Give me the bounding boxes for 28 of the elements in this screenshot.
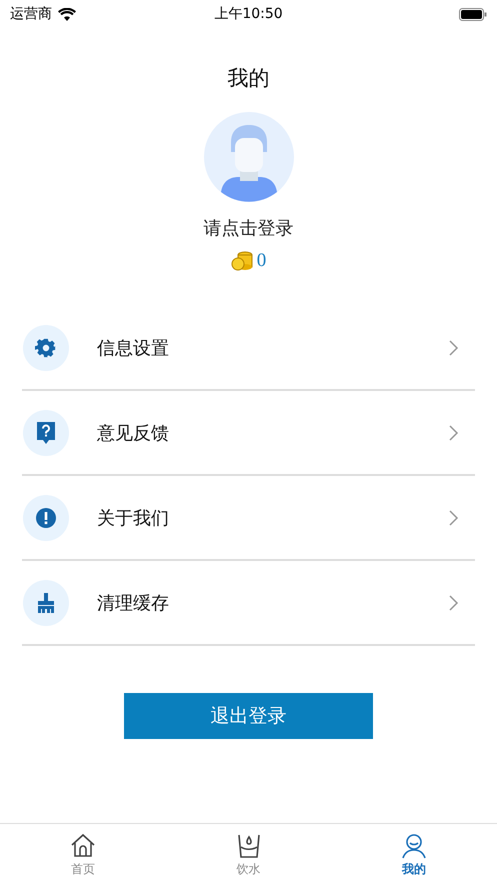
battery-icon bbox=[458, 8, 487, 20]
logout-button[interactable]: 退出登录 bbox=[124, 693, 373, 739]
chevron-icon bbox=[449, 594, 459, 610]
chevron-icon bbox=[449, 340, 459, 356]
question-icon bbox=[36, 420, 56, 444]
home-icon bbox=[70, 833, 96, 859]
tab[interactable]: 首页 bbox=[0, 824, 166, 883]
chevron-icon bbox=[449, 510, 459, 526]
menu-item[interactable]: 信息设置 bbox=[22, 306, 475, 391]
menu-item[interactable]: 关于我们 bbox=[22, 476, 475, 561]
menu-item[interactable]: 清理缓存 bbox=[22, 561, 475, 646]
wifi-icon bbox=[58, 8, 76, 20]
tab[interactable]: 我的 bbox=[331, 824, 497, 883]
gear-icon bbox=[35, 336, 57, 358]
page-title: 我的 bbox=[226, 65, 270, 92]
brush-icon bbox=[36, 592, 56, 614]
avatar-icon[interactable] bbox=[204, 112, 294, 202]
coin-count: 0 bbox=[256, 250, 266, 272]
menu-item[interactable]: 意见反馈 bbox=[22, 391, 475, 476]
login-link[interactable]: 请点击登录 bbox=[0, 216, 497, 240]
carrier-name: 运营商 bbox=[10, 5, 52, 23]
coins-icon bbox=[230, 251, 253, 271]
tab[interactable]: 饮水 bbox=[166, 824, 332, 883]
person-icon bbox=[401, 833, 428, 859]
water-glass-icon bbox=[236, 833, 260, 859]
status-time: 上午10:50 bbox=[214, 5, 283, 23]
chevron-icon bbox=[449, 424, 459, 440]
exclamation-icon bbox=[35, 506, 57, 528]
